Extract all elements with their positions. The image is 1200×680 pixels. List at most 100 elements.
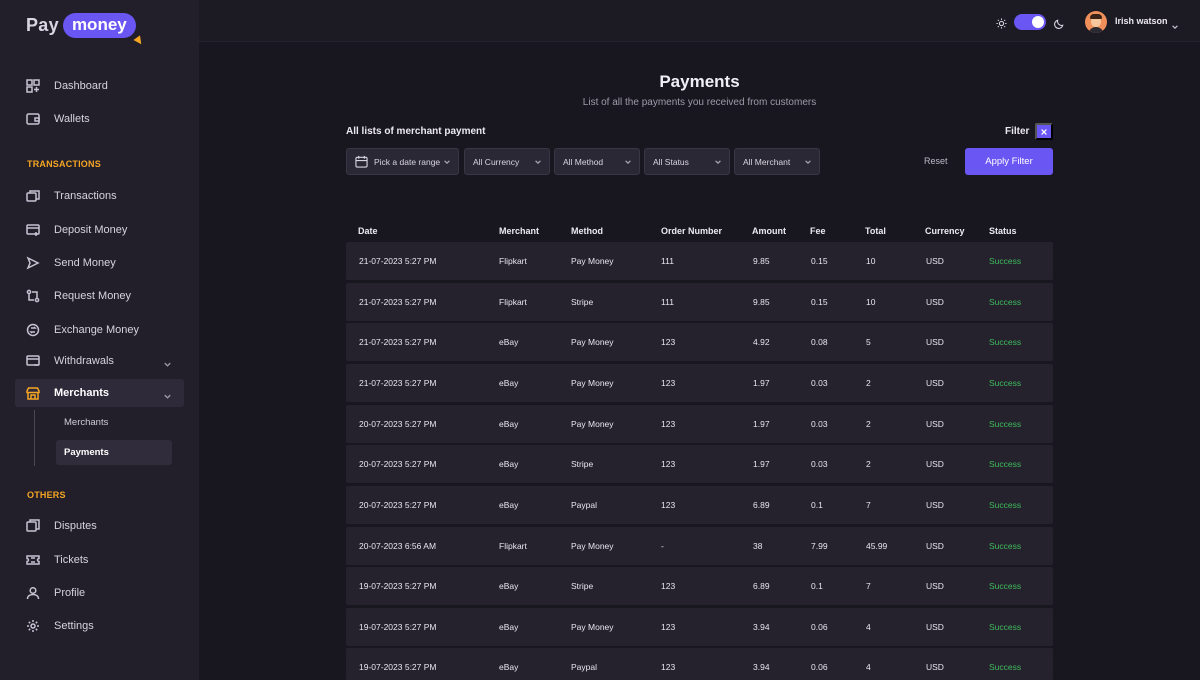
- sidebar-item-dashboard[interactable]: Dashboard: [15, 72, 184, 100]
- cell-method: Pay Money: [571, 337, 614, 347]
- table-row[interactable]: 19-07-2023 5:27 PM eBay Stripe 123 6.89 …: [346, 567, 1053, 605]
- chevron-down-icon: [163, 388, 172, 406]
- cell-amount: 1.97: [753, 419, 770, 429]
- cell-fee: 0.1: [811, 581, 823, 591]
- cell-date: 19-07-2023 5:27 PM: [359, 622, 437, 632]
- cell-date: 21-07-2023 5:27 PM: [359, 297, 437, 307]
- column-header-date: Date: [358, 226, 378, 236]
- cell-amount: 9.85: [753, 256, 770, 266]
- sidebar-item-deposit-money[interactable]: Deposit Money: [15, 216, 184, 244]
- logo-money-pill: money: [63, 13, 136, 38]
- cell-currency: USD: [926, 581, 944, 591]
- ticket-icon: [26, 553, 40, 567]
- table-row[interactable]: 19-07-2023 5:27 PM eBay Pay Money 123 3.…: [346, 608, 1053, 646]
- reset-button[interactable]: Reset: [924, 156, 948, 166]
- list-title: All lists of merchant payment: [346, 126, 485, 137]
- sidebar-item-label: Wallets: [54, 113, 90, 125]
- cell-amount: 6.89: [753, 500, 770, 510]
- method-select-value: All Method: [555, 157, 603, 167]
- theme-toggle[interactable]: [1014, 14, 1046, 30]
- sidebar-item-label: Settings: [54, 620, 94, 632]
- cell-method: Pay Money: [571, 256, 614, 266]
- cell-fee: 0.08: [811, 337, 828, 347]
- toggle-knob: [1032, 16, 1044, 28]
- cell-order-number: 111: [661, 297, 674, 307]
- date-range-picker[interactable]: Pick a date range: [346, 148, 459, 175]
- top-bar: Irish watson: [199, 0, 1200, 42]
- table-row[interactable]: 20-07-2023 5:27 PM eBay Paypal 123 6.89 …: [346, 486, 1053, 524]
- table-row[interactable]: 19-07-2023 5:27 PM eBay Paypal 123 3.94 …: [346, 648, 1053, 680]
- sidebar-item-wallets[interactable]: Wallets: [15, 105, 184, 133]
- filter-close-button[interactable]: [1035, 123, 1053, 140]
- sidebar-item-label: Withdrawals: [54, 355, 114, 367]
- method-select[interactable]: All Method: [554, 148, 640, 175]
- sidebar-item-label: Transactions: [54, 190, 117, 202]
- sidebar-item-request-money[interactable]: Request Money: [15, 282, 184, 310]
- filter-label: Filter: [1005, 126, 1029, 137]
- cell-merchant: eBay: [499, 581, 518, 591]
- table-row[interactable]: 21-07-2023 5:27 PM Flipkart Pay Money 11…: [346, 242, 1053, 280]
- cell-amount: 4.92: [753, 337, 770, 347]
- sidebar-item-transactions[interactable]: Transactions: [15, 182, 184, 210]
- cell-total: 2: [866, 378, 871, 388]
- table-row[interactable]: 20-07-2023 5:27 PM eBay Pay Money 123 1.…: [346, 405, 1053, 443]
- merchant-select[interactable]: All Merchant: [734, 148, 820, 175]
- calendar-icon: [355, 155, 368, 170]
- cell-merchant: eBay: [499, 378, 518, 388]
- cell-date: 20-07-2023 5:27 PM: [359, 459, 437, 469]
- sidebar-subitem-payments[interactable]: Payments: [56, 440, 172, 465]
- status-badge: Success: [989, 297, 1021, 307]
- currency-select[interactable]: All Currency: [464, 148, 550, 175]
- chevron-down-icon: [804, 158, 812, 168]
- table-row[interactable]: 21-07-2023 5:27 PM eBay Pay Money 123 4.…: [346, 323, 1053, 361]
- status-badge: Success: [989, 337, 1021, 347]
- table-row[interactable]: 20-07-2023 5:27 PM eBay Stripe 123 1.97 …: [346, 445, 1053, 483]
- cell-fee: 0.1: [811, 500, 823, 510]
- sidebar-item-disputes[interactable]: Disputes: [15, 512, 184, 540]
- cell-currency: USD: [926, 337, 944, 347]
- cell-method: Paypal: [571, 662, 597, 672]
- sidebar-item-label: Deposit Money: [54, 224, 127, 236]
- table-row[interactable]: 21-07-2023 5:27 PM Flipkart Stripe 111 9…: [346, 283, 1053, 321]
- status-select[interactable]: All Status: [644, 148, 730, 175]
- chevron-down-icon[interactable]: [1171, 18, 1179, 36]
- table-row[interactable]: 20-07-2023 6:56 AM Flipkart Pay Money - …: [346, 527, 1053, 565]
- section-heading-others: OTHERS: [27, 490, 66, 500]
- cell-amount: 3.94: [753, 622, 770, 632]
- cell-method: Pay Money: [571, 378, 614, 388]
- column-header-merchant: Merchant: [499, 226, 539, 236]
- cell-merchant: eBay: [499, 662, 518, 672]
- sidebar-subitem-merchants[interactable]: Merchants: [56, 410, 172, 435]
- avatar-hair: [1090, 14, 1102, 19]
- sidebar: Pay money Dashboard Wallets TRANSACTIONS…: [0, 0, 199, 680]
- cell-amount: 9.85: [753, 297, 770, 307]
- logo[interactable]: Pay money: [26, 12, 136, 38]
- column-header-total: Total: [865, 226, 886, 236]
- column-header-amount: Amount: [752, 226, 786, 236]
- logo-money-text: money: [72, 15, 127, 34]
- cell-merchant: eBay: [499, 500, 518, 510]
- sidebar-item-profile[interactable]: Profile: [15, 579, 184, 607]
- sidebar-item-tickets[interactable]: Tickets: [15, 546, 184, 574]
- sidebar-item-label: Dashboard: [54, 80, 108, 92]
- cell-currency: USD: [926, 297, 944, 307]
- sidebar-item-exchange-money[interactable]: Exchange Money: [15, 316, 184, 344]
- status-badge: Success: [989, 419, 1021, 429]
- cell-date: 20-07-2023 6:56 AM: [359, 541, 436, 551]
- sidebar-item-withdrawals[interactable]: Withdrawals: [15, 347, 184, 375]
- sidebar-item-merchants[interactable]: Merchants: [15, 379, 184, 407]
- cell-order-number: 111: [661, 256, 674, 266]
- cell-date: 20-07-2023 5:27 PM: [359, 419, 437, 429]
- apply-filter-button[interactable]: Apply Filter: [965, 148, 1053, 175]
- sun-icon[interactable]: [996, 16, 1007, 34]
- chevron-down-icon: [163, 356, 172, 374]
- avatar[interactable]: [1085, 11, 1107, 33]
- moon-icon[interactable]: [1054, 16, 1065, 34]
- table-header: Date Merchant Method Order Number Amount…: [346, 222, 1053, 240]
- username[interactable]: Irish watson: [1115, 16, 1168, 26]
- grid-icon: [26, 79, 40, 93]
- table-row[interactable]: 21-07-2023 5:27 PM eBay Pay Money 123 1.…: [346, 364, 1053, 402]
- sidebar-item-send-money[interactable]: Send Money: [15, 249, 184, 277]
- cell-amount: 38: [753, 541, 762, 551]
- sidebar-item-settings[interactable]: Settings: [15, 612, 184, 640]
